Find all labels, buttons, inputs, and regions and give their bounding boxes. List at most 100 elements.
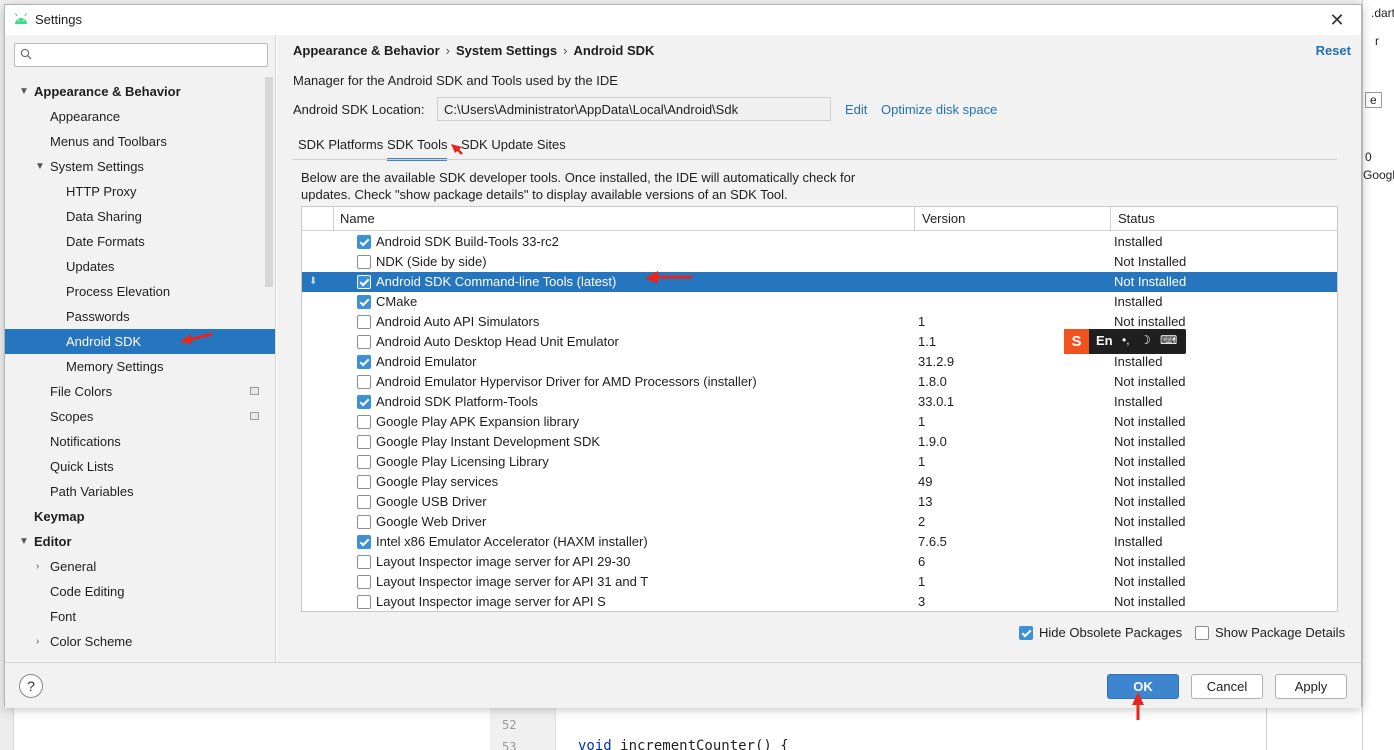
row-checkbox[interactable] [357, 555, 371, 569]
sdk-location-field[interactable]: C:\Users\Administrator\AppData\Local\And… [437, 97, 831, 121]
breadcrumb-item: System Settings [456, 43, 558, 58]
row-status: Installed [1114, 294, 1163, 309]
row-checkbox[interactable] [357, 275, 371, 289]
row-checkbox[interactable] [357, 315, 371, 329]
optimize-disk-space-link[interactable]: Optimize disk space [881, 102, 997, 117]
tree-item-passwords[interactable]: Passwords [5, 304, 275, 329]
column-header-status[interactable]: Status [1118, 211, 1155, 226]
row-checkbox[interactable] [357, 355, 371, 369]
table-row[interactable]: Android Emulator 31.2.9 Installed [302, 352, 1337, 372]
edit-location-link[interactable]: Edit [845, 102, 867, 117]
android-icon [14, 13, 28, 24]
tree-item-menus-toolbars[interactable]: Menus and Toolbars [5, 129, 275, 154]
sogou-logo-icon[interactable]: S [1064, 329, 1089, 354]
row-checkbox[interactable] [357, 475, 371, 489]
tree-item-editor[interactable]: ▼ Editor [5, 529, 275, 554]
table-row[interactable]: Google USB Driver 13 Not installed [302, 492, 1337, 512]
table-row[interactable]: Google Play services 49 Not installed [302, 472, 1337, 492]
punctuation-icon[interactable]: •, [1122, 333, 1130, 347]
row-version: 6 [918, 554, 926, 569]
table-row[interactable]: NDK (Side by side) Not Installed [302, 252, 1337, 272]
search-input[interactable] [37, 46, 263, 64]
column-separator[interactable] [1110, 207, 1111, 231]
row-checkbox[interactable] [357, 235, 371, 249]
table-row[interactable]: Layout Inspector image server for API 31… [302, 572, 1337, 592]
column-header-version[interactable]: Version [922, 211, 965, 226]
reset-link[interactable]: Reset [1316, 43, 1351, 58]
keyboard-icon[interactable]: ⌨ [1160, 333, 1177, 347]
table-row[interactable]: CMake Installed [302, 292, 1337, 312]
chevron-down-icon[interactable]: ▼ [35, 154, 45, 179]
table-row[interactable]: Layout Inspector image server for API S 3… [302, 592, 1337, 611]
row-checkbox[interactable] [357, 495, 371, 509]
tree-item-appearance-behavior[interactable]: ▼ Appearance & Behavior [5, 79, 275, 104]
tree-item-quick-lists[interactable]: Quick Lists [5, 454, 275, 479]
row-checkbox[interactable] [357, 295, 371, 309]
row-checkbox[interactable] [357, 335, 371, 349]
tree-item-memory-settings[interactable]: Memory Settings [5, 354, 275, 379]
chevron-right-icon[interactable]: › [36, 554, 39, 579]
table-row[interactable]: Android Emulator Hypervisor Driver for A… [302, 372, 1337, 392]
row-checkbox[interactable] [357, 455, 371, 469]
tree-item-general[interactable]: › General [5, 554, 275, 579]
table-row[interactable]: Layout Inspector image server for API 29… [302, 552, 1337, 572]
row-checkbox[interactable] [357, 395, 371, 409]
table-row[interactable]: ⬇ Android SDK Command-line Tools (latest)… [302, 272, 1337, 292]
tree-item-label: General [50, 559, 97, 574]
tree-item-data-sharing[interactable]: Data Sharing [5, 204, 275, 229]
row-checkbox[interactable] [357, 575, 371, 589]
tree-item-android-sdk[interactable]: Android SDK [5, 329, 275, 354]
show-package-details-label[interactable]: Show Package Details [1215, 625, 1345, 640]
table-row[interactable]: Google Play Licensing Library 1 Not instal… [302, 452, 1337, 472]
chevron-down-icon[interactable]: ▼ [19, 79, 29, 104]
tree-item-path-variables[interactable]: Path Variables [5, 479, 275, 504]
close-button[interactable]: ✕ [1327, 10, 1347, 30]
tree-item-keymap[interactable]: Keymap [5, 504, 275, 529]
tree-item-code-editing[interactable]: Code Editing [5, 579, 275, 604]
row-checkbox[interactable] [357, 415, 371, 429]
tree-item-appearance[interactable]: Appearance [5, 104, 275, 129]
table-row[interactable]: Android SDK Build-Tools 33-rc2 Installed [302, 232, 1337, 252]
hide-obsolete-label[interactable]: Hide Obsolete Packages [1039, 625, 1182, 640]
tree-item-notifications[interactable]: Notifications [5, 429, 275, 454]
show-package-details-checkbox[interactable] [1195, 626, 1209, 640]
chevron-right-icon[interactable]: › [36, 629, 39, 654]
moon-icon[interactable]: ☽ [1140, 333, 1151, 347]
table-row[interactable]: Intel x86 Emulator Accelerator (HAXM ins… [302, 532, 1337, 552]
help-button[interactable]: ? [19, 674, 43, 698]
row-checkbox[interactable] [357, 535, 371, 549]
tree-item-system-settings[interactable]: ▼ System Settings [5, 154, 275, 179]
tree-item-updates[interactable]: Updates [5, 254, 275, 279]
tree-item-http-proxy[interactable]: HTTP Proxy [5, 179, 275, 204]
row-checkbox[interactable] [357, 255, 371, 269]
table-row[interactable]: Google Web Driver 2 Not installed [302, 512, 1337, 532]
ime-language-toggle[interactable]: En [1096, 333, 1113, 348]
row-checkbox[interactable] [357, 515, 371, 529]
tab-sdk-update-sites[interactable]: SDK Update Sites [461, 133, 566, 161]
column-separator[interactable] [914, 207, 915, 231]
tree-item-date-formats[interactable]: Date Formats [5, 229, 275, 254]
row-checkbox[interactable] [357, 595, 371, 609]
tree-item-color-scheme[interactable]: › Color Scheme [5, 629, 275, 654]
tab-sdk-tools[interactable]: SDK Tools [387, 133, 448, 161]
ime-toolbar[interactable]: S En •, ☽ ⌨ [1064, 329, 1186, 354]
cancel-button[interactable]: Cancel [1191, 674, 1263, 699]
table-row[interactable]: Android SDK Platform-Tools 33.0.1 Installe… [302, 392, 1337, 412]
apply-button[interactable]: Apply [1275, 674, 1347, 699]
settings-search[interactable] [14, 43, 268, 67]
row-checkbox[interactable] [357, 435, 371, 449]
tree-item-file-colors[interactable]: File Colors [5, 379, 275, 404]
table-row[interactable]: Google Play Instant Development SDK 1.9.0… [302, 432, 1337, 452]
row-checkbox[interactable] [357, 375, 371, 389]
code-line: void incrementCounter() { [578, 738, 789, 750]
tab-sdk-platforms[interactable]: SDK Platforms [298, 133, 383, 161]
table-header: Name Version Status [302, 207, 1337, 231]
column-header-name[interactable]: Name [340, 211, 375, 226]
table-row[interactable]: Google Play APK Expansion library 1 Not in… [302, 412, 1337, 432]
chevron-down-icon[interactable]: ▼ [19, 529, 29, 554]
hide-obsolete-checkbox[interactable] [1019, 626, 1033, 640]
tree-item-process-elevation[interactable]: Process Elevation [5, 279, 275, 304]
ok-button[interactable]: OK [1107, 674, 1179, 699]
tree-item-scopes[interactable]: Scopes [5, 404, 275, 429]
tree-item-font[interactable]: Font [5, 604, 275, 629]
